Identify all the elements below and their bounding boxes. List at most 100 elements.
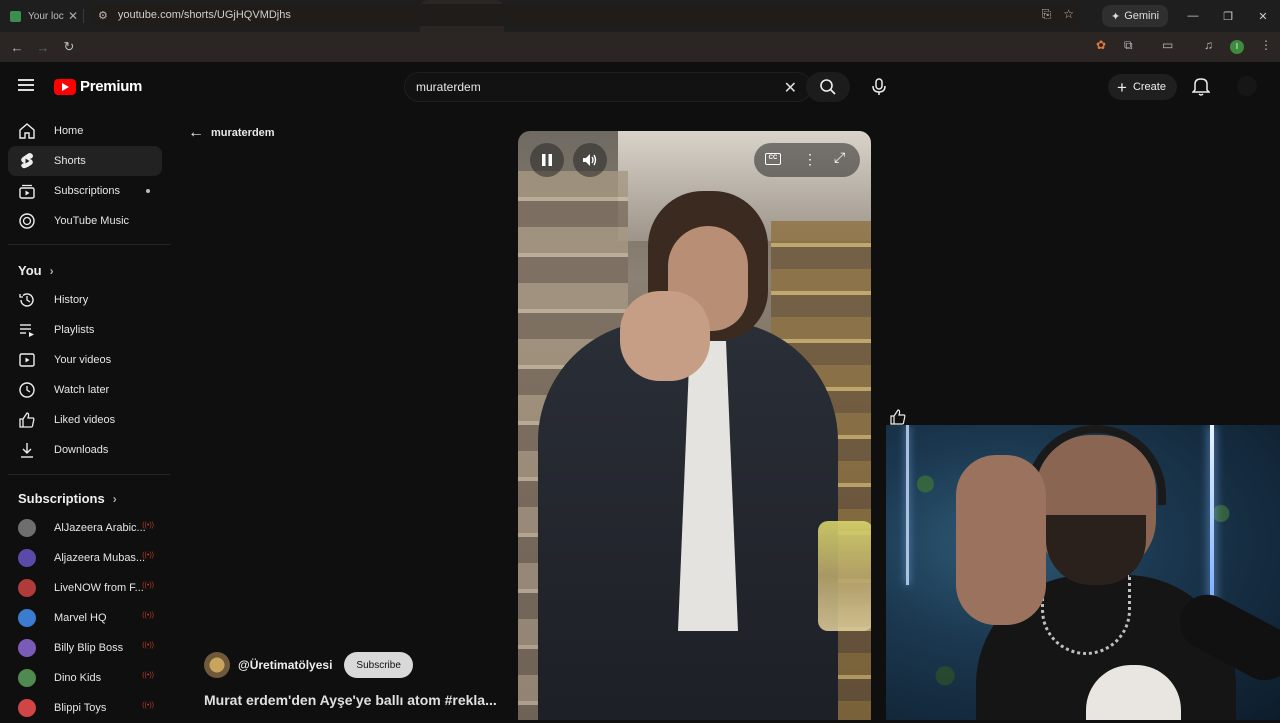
volume-button[interactable] bbox=[573, 143, 607, 177]
logo-text: Premium bbox=[80, 78, 143, 95]
you-section-header[interactable]: You › bbox=[18, 263, 54, 278]
channel-avatar bbox=[18, 639, 36, 657]
tab-title: Your loc bbox=[28, 10, 64, 22]
short-video-player[interactable]: CC ⋮ ⤢ bbox=[518, 131, 871, 720]
search-button[interactable] bbox=[806, 72, 850, 102]
sidebar-subscription-item[interactable]: Billy Blip Boss ((•)) bbox=[8, 633, 162, 663]
sidebar-item-label: Your videos bbox=[54, 354, 112, 366]
downloads-icon bbox=[18, 441, 36, 459]
forward-icon[interactable]: → bbox=[30, 40, 56, 55]
reload-icon[interactable]: ↻ bbox=[56, 39, 82, 55]
account-avatar[interactable] bbox=[1237, 76, 1257, 96]
pause-button[interactable] bbox=[530, 143, 564, 177]
live-indicator-icon: ((•)) bbox=[142, 522, 154, 529]
sidebar-divider bbox=[8, 244, 170, 245]
sidebar-subscription-item[interactable]: AlJazeera Arabic... ((•)) bbox=[8, 513, 162, 543]
channel-avatar[interactable] bbox=[204, 652, 230, 678]
subscription-channel-name: Blippi Toys bbox=[54, 702, 107, 714]
microphone-icon bbox=[872, 78, 886, 95]
sidebar-item-label: Subscriptions bbox=[54, 185, 121, 197]
clear-search-icon[interactable]: ✕ bbox=[784, 78, 797, 98]
plus-icon: + bbox=[1117, 77, 1127, 97]
menu-icon[interactable] bbox=[18, 79, 34, 91]
youtube-logo-icon bbox=[54, 78, 76, 95]
sidebar-subscription-item[interactable]: Dino Kids ((•)) bbox=[8, 663, 162, 693]
browser-menu-icon[interactable]: ⋮ bbox=[1260, 38, 1272, 52]
sidebar-item-youtube-music[interactable]: YouTube Music bbox=[8, 206, 162, 236]
sidebar-item-playlists[interactable]: Playlists bbox=[8, 315, 162, 345]
sidebar-item-subscriptions[interactable]: Subscriptions bbox=[8, 176, 162, 206]
minimize-button[interactable]: — bbox=[1176, 0, 1210, 32]
search-input[interactable]: muraterdem ✕ bbox=[404, 72, 812, 102]
subscriptions-section-header[interactable]: Subscriptions › bbox=[18, 491, 117, 506]
fullscreen-icon[interactable]: ⤢ bbox=[834, 149, 845, 166]
sidebar-item-liked-videos[interactable]: Liked videos bbox=[8, 405, 162, 435]
extensions-puzzle-icon[interactable]: ⧉ bbox=[1124, 38, 1133, 53]
url-bar[interactable]: ⚙ youtube.com/shorts/UGjHQVMDjhs ⎘ ☆ bbox=[90, 4, 1080, 26]
youtube-premium-logo[interactable]: Premium bbox=[54, 78, 142, 95]
channel-avatar bbox=[18, 669, 36, 687]
install-app-icon[interactable]: ⎘ bbox=[1042, 7, 1052, 22]
sidebar-item-your-videos[interactable]: Your videos bbox=[8, 345, 162, 375]
live-indicator-icon: ((•)) bbox=[142, 672, 154, 679]
address-bar-row: ← → ↻ bbox=[0, 32, 1280, 62]
sidebar-subscription-item[interactable]: Marvel HQ ((•)) bbox=[8, 603, 162, 633]
sidebar-item-label: History bbox=[54, 294, 89, 306]
live-indicator-icon: ((•)) bbox=[142, 582, 154, 589]
sidebar-item-downloads[interactable]: Downloads bbox=[8, 435, 162, 465]
home-icon bbox=[18, 122, 36, 140]
media-controls-icon[interactable]: ♫ bbox=[1204, 38, 1213, 52]
webcam-overlay bbox=[886, 425, 1280, 720]
extension-icon[interactable]: ✿ bbox=[1096, 38, 1106, 52]
browser-tab[interactable]: Your loc ✕ bbox=[0, 0, 84, 32]
live-indicator-icon: ((•)) bbox=[142, 642, 154, 649]
back-to-channel-link[interactable]: ← muraterdem bbox=[188, 124, 275, 142]
subscription-channel-name: Dino Kids bbox=[54, 672, 102, 684]
gemini-icon: ✦ bbox=[1111, 10, 1121, 23]
sidebar-item-label: Playlists bbox=[54, 324, 95, 336]
profile-avatar[interactable]: I bbox=[1230, 40, 1244, 54]
voice-search-button[interactable] bbox=[864, 72, 894, 102]
search-value: muraterdem bbox=[416, 80, 481, 94]
subscription-channel-name: LiveNOW from F... bbox=[54, 582, 144, 594]
create-button[interactable]: + Create bbox=[1108, 74, 1177, 100]
closed-captions-icon[interactable]: CC bbox=[765, 153, 781, 165]
close-window-button[interactable]: ✕ bbox=[1246, 0, 1280, 32]
volume-icon bbox=[583, 154, 597, 166]
subscribe-button[interactable]: Subscribe bbox=[344, 652, 413, 678]
bookmark-star-icon[interactable]: ☆ bbox=[1063, 7, 1074, 22]
sidebar-item-label: YouTube Music bbox=[54, 215, 130, 227]
gemini-label: Gemini bbox=[1124, 10, 1160, 22]
video-frame-honey-jar bbox=[818, 521, 871, 631]
gemini-button[interactable]: ✦ Gemini bbox=[1102, 5, 1169, 27]
notifications-button[interactable] bbox=[1191, 76, 1211, 101]
sidebar-item-shorts[interactable]: Shorts bbox=[8, 146, 162, 176]
more-options-icon[interactable]: ⋮ bbox=[803, 151, 817, 168]
video-frame-pointing-hand bbox=[620, 291, 710, 381]
youtube-music-icon bbox=[18, 212, 36, 230]
sidebar-subscription-item[interactable]: LiveNOW from F... ((•)) bbox=[8, 573, 162, 603]
sidebar-subscription-item[interactable]: Aljazeera Mubas... ((•)) bbox=[8, 543, 162, 573]
live-indicator-icon: ((•)) bbox=[142, 612, 154, 619]
sidebar: Home Shorts Subscriptions YouTube Music You… bbox=[0, 112, 178, 720]
liked-videos-icon bbox=[18, 411, 36, 429]
subscriptions-icon bbox=[18, 182, 36, 200]
thumbs-up-icon bbox=[890, 409, 906, 425]
subscription-channel-name: Aljazeera Mubas... bbox=[54, 552, 146, 564]
back-icon[interactable]: ← bbox=[4, 40, 30, 55]
sidebar-item-history[interactable]: History bbox=[8, 285, 162, 315]
youtube-masthead: Premium muraterdem ✕ + Create bbox=[0, 62, 1280, 112]
sidepanel-icon[interactable]: ▭ bbox=[1162, 38, 1173, 52]
close-tab-icon[interactable]: ✕ bbox=[66, 9, 80, 23]
sidebar-item-label: Home bbox=[54, 125, 84, 137]
site-info-icon[interactable]: ⚙ bbox=[98, 9, 108, 22]
short-title[interactable]: Murat erdem'den Ayşe'ye ballı atom #rekl… bbox=[204, 692, 497, 708]
sidebar-item-label: Downloads bbox=[54, 444, 109, 456]
sidebar-item-watch-later[interactable]: Watch later bbox=[8, 375, 162, 405]
sidebar-item-home[interactable]: Home bbox=[8, 116, 162, 146]
sidebar-subscription-item[interactable]: Blippi Toys ((•)) bbox=[8, 693, 162, 723]
maximize-button[interactable]: ❐ bbox=[1211, 0, 1245, 32]
channel-name[interactable]: @Üretimatölyesi bbox=[238, 658, 332, 672]
subscription-channel-name: Billy Blip Boss bbox=[54, 642, 124, 654]
your-videos-icon bbox=[18, 351, 36, 369]
